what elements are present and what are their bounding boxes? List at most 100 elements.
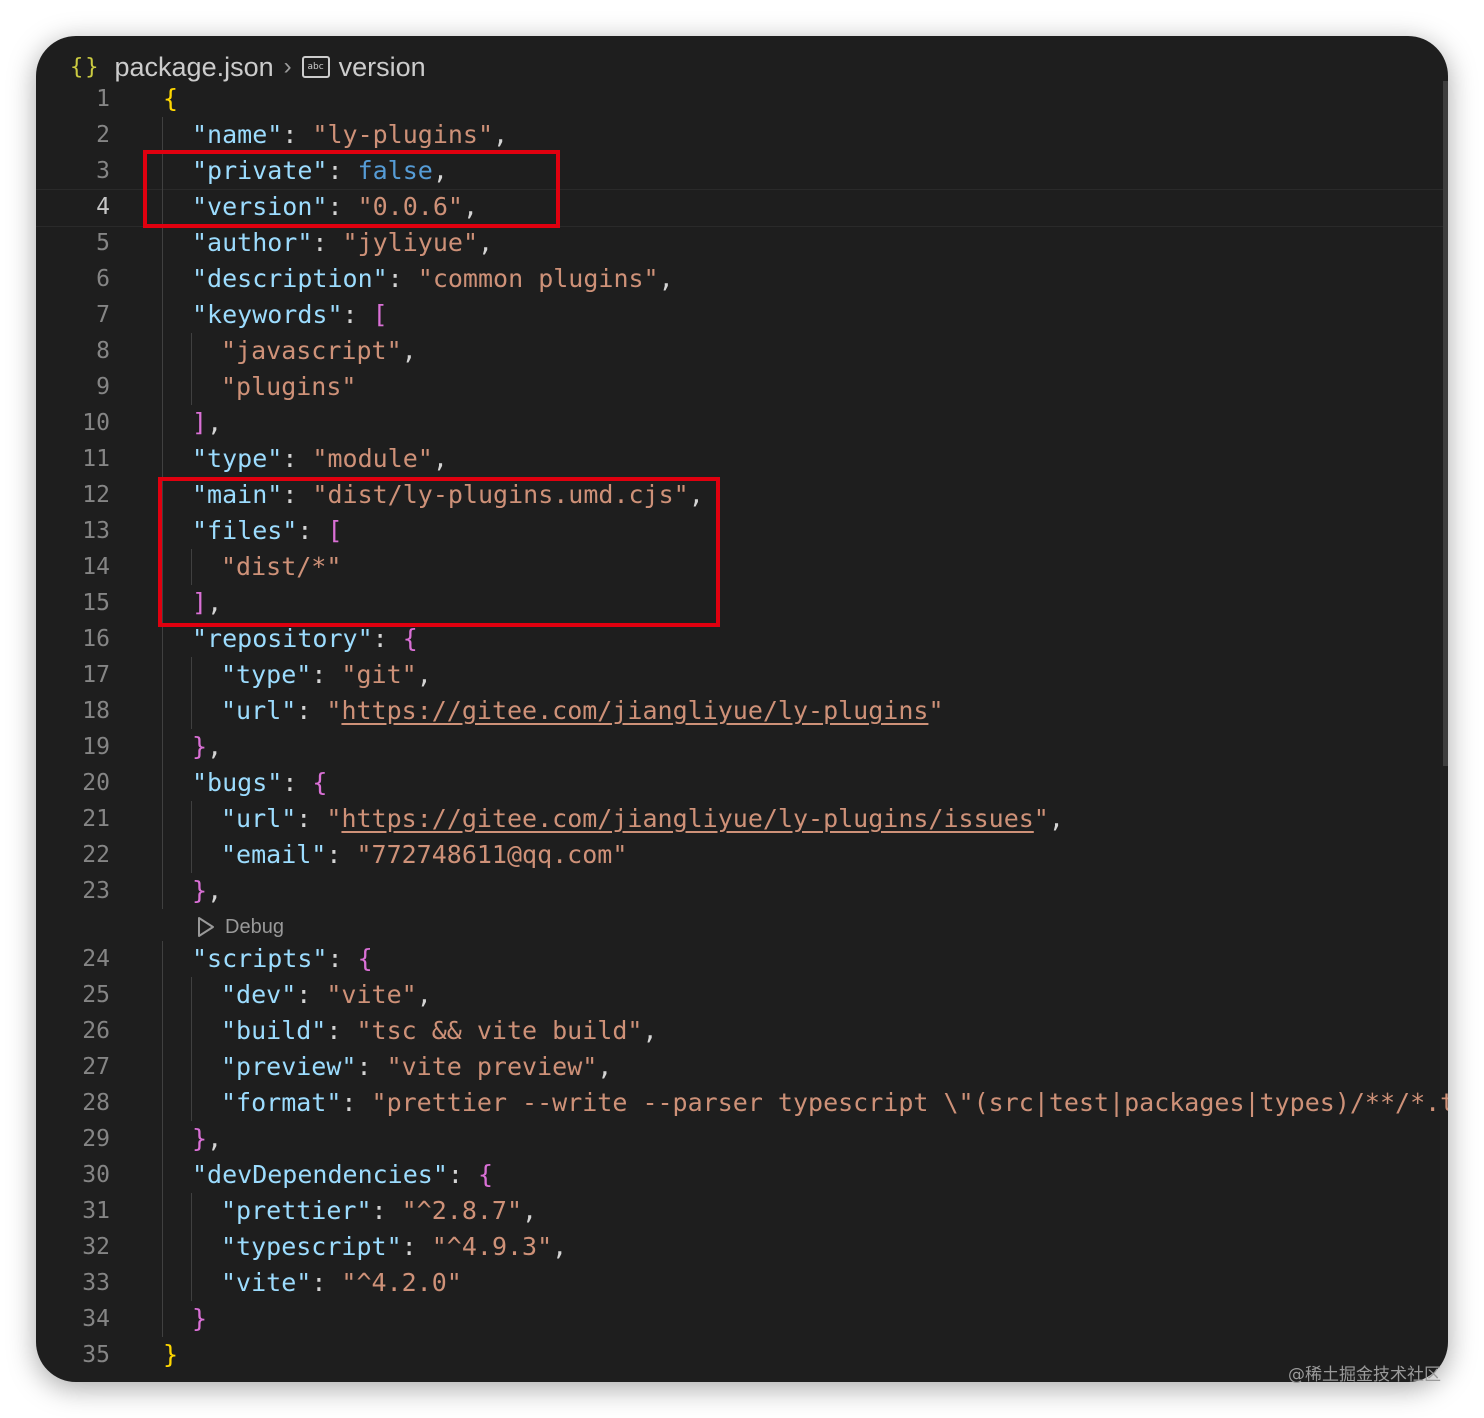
code-token: , — [552, 1232, 568, 1261]
code-token: "devDependencies" — [192, 1160, 448, 1189]
line-number: 35 — [82, 1342, 110, 1368]
code-line: "dev": "vite", — [221, 977, 432, 1013]
line-number: 23 — [82, 878, 110, 904]
line-number: 33 — [82, 1270, 110, 1296]
code-token: "scripts" — [192, 944, 328, 973]
line-number: 28 — [82, 1090, 110, 1116]
line-number: 34 — [82, 1306, 110, 1332]
code-token: "url" — [221, 804, 297, 833]
code-token: } — [192, 1124, 208, 1153]
code-line: }, — [192, 729, 222, 765]
code-token: : — [282, 444, 313, 473]
code-token: "vite" — [221, 1268, 312, 1297]
indent-guide — [162, 941, 163, 1337]
code-line: "typescript": "^4.9.3", — [221, 1229, 567, 1265]
line-number: 5 — [96, 230, 110, 256]
code-token: "prettier --write --parser typescript \"… — [371, 1088, 1448, 1117]
code-line: "email": "772748611@qq.com" — [221, 837, 627, 873]
code-line: "build": "tsc && vite build", — [221, 1013, 658, 1049]
code-token[interactable]: https://gitee.com/jiangliyue/ly-plugins/… — [341, 804, 1033, 833]
code-token: "bugs" — [192, 768, 283, 797]
code-line: "author": "jyliyue", — [192, 225, 493, 261]
code-token: "vite preview" — [386, 1052, 598, 1081]
code-token: "772748611@qq.com" — [356, 840, 628, 869]
code-line: ], — [192, 405, 222, 441]
line-number: 6 — [96, 266, 110, 292]
breadcrumb-symbol[interactable]: version — [339, 52, 426, 83]
code-token: : — [311, 1268, 342, 1297]
code-token: "build" — [221, 1016, 327, 1045]
code-token: " — [928, 696, 944, 725]
vertical-scrollbar[interactable] — [1443, 81, 1448, 766]
line-number: 2 — [96, 122, 110, 148]
code-token: : — [327, 944, 358, 973]
editor-window: {} package.json › abc version 1234567891… — [36, 36, 1448, 1382]
code-line: "type": "git", — [221, 657, 432, 693]
play-icon — [196, 916, 216, 938]
code-token: "type" — [221, 660, 312, 689]
line-number: 32 — [82, 1234, 110, 1260]
code-token: : — [296, 804, 327, 833]
watermark: @稀土掘金技术社区 — [1288, 1365, 1441, 1385]
chevron-right-icon: › — [283, 53, 292, 80]
line-number: 14 — [82, 554, 110, 580]
line-number: 16 — [82, 626, 110, 652]
code-token: , — [416, 660, 432, 689]
code-token: , — [493, 120, 509, 149]
code-token: : — [296, 696, 327, 725]
code-token: , — [416, 980, 432, 1009]
code-token: { — [402, 624, 418, 653]
code-line: "url": "https://gitee.com/jiangliyue/ly-… — [221, 801, 1064, 837]
code-line: }, — [192, 1121, 222, 1157]
line-number: 29 — [82, 1126, 110, 1152]
highlight-box-main-files — [158, 477, 720, 627]
code-token: , — [401, 336, 417, 365]
code-token: "^2.8.7" — [401, 1196, 523, 1225]
code-token: : — [311, 660, 342, 689]
code-line: "url": "https://gitee.com/jiangliyue/ly-… — [221, 693, 944, 729]
code-token: "^4.9.3" — [431, 1232, 553, 1261]
code-token: : — [401, 1232, 432, 1261]
code-line: } — [192, 1301, 207, 1337]
code-token: } — [192, 732, 208, 761]
code-token: } — [192, 1304, 208, 1333]
codelens-debug[interactable]: Debug — [196, 911, 284, 943]
string-symbol-icon: abc — [301, 56, 330, 78]
indent-guide — [191, 801, 192, 873]
code-token: "repository" — [192, 624, 373, 653]
code-line: "prettier": "^2.8.7", — [221, 1193, 537, 1229]
breadcrumb-file[interactable]: package.json — [115, 52, 274, 83]
line-number: 8 — [96, 338, 110, 364]
code-token: : — [312, 228, 343, 257]
code-token: , — [207, 732, 223, 761]
line-number: 11 — [82, 446, 110, 472]
code-token: "common plugins" — [417, 264, 659, 293]
code-token[interactable]: https://gitee.com/jiangliyue/ly-plugins — [341, 696, 928, 725]
line-number: 30 — [82, 1162, 110, 1188]
code-line: "vite": "^4.2.0" — [221, 1265, 462, 1301]
line-number: 13 — [82, 518, 110, 544]
indent-guide — [191, 977, 192, 1121]
code-line: "name": "ly-plugins", — [192, 117, 508, 153]
code-token: ] — [192, 408, 208, 437]
code-editor[interactable]: 1 2 3 4 5 6 7 8 9 10 11 12 13 14 15 16 17 18 19 20 21 22 23 24 2… — [36, 81, 1448, 1382]
code-line: { — [163, 81, 178, 117]
code-token: "jyliyue" — [342, 228, 478, 257]
line-number: 12 — [82, 482, 110, 508]
code-token: : — [372, 624, 403, 653]
code-token: , — [658, 264, 674, 293]
code-token: , — [522, 1196, 538, 1225]
code-token: " — [326, 696, 342, 725]
code-line: "format": "prettier --write --parser typ… — [221, 1085, 1448, 1121]
code-token: : — [282, 120, 313, 149]
json-file-icon: {} — [70, 54, 101, 80]
line-number: 26 — [82, 1018, 110, 1044]
codelens-debug-label: Debug — [225, 915, 284, 938]
code-line: "javascript", — [221, 333, 417, 369]
indent-guide — [191, 1193, 192, 1301]
code-line: "description": "common plugins", — [192, 261, 674, 297]
code-line: "keywords": [ — [192, 297, 388, 333]
code-token: "preview" — [221, 1052, 357, 1081]
code-token: : — [447, 1160, 478, 1189]
code-token: : — [326, 1016, 357, 1045]
